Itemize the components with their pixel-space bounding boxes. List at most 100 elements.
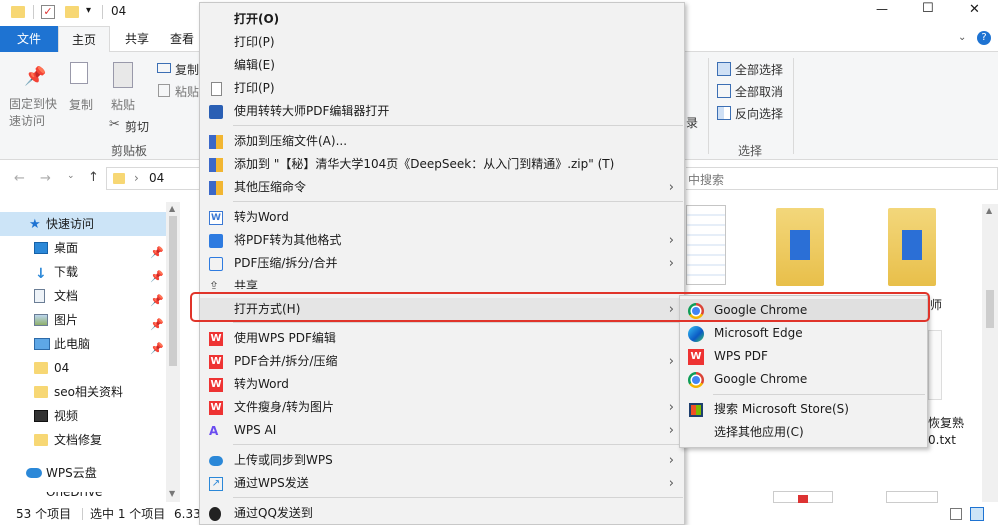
address-bar[interactable]: › 04 <box>106 167 200 190</box>
submenu-item-chrome-2[interactable]: Google Chrome <box>680 368 927 391</box>
menu-item-other-compress[interactable]: 其他压缩命令 › <box>200 176 684 199</box>
nav-item-this-pc[interactable]: 此电脑 📌 <box>0 332 172 356</box>
menu-separator <box>233 444 683 445</box>
scroll-down-icon[interactable]: ▼ <box>169 489 175 498</box>
menu-item-open[interactable]: 打开(O) <box>200 8 684 31</box>
files-scrollbar[interactable]: ▲ <box>982 204 998 502</box>
menu-item-to-word[interactable]: W 转为Word <box>200 206 684 229</box>
pin-quick-access-button[interactable]: 固定到快 速访问 <box>9 96 57 130</box>
menu-item-print-2[interactable]: 打印(P) <box>200 77 684 100</box>
menu-item-pdf-convert[interactable]: 将PDF转为其他格式 › <box>200 229 684 252</box>
tab-home[interactable]: 主页 <box>58 26 110 52</box>
quick-access-dropdown-icon[interactable]: ▾ <box>86 5 91 16</box>
menu-item-pdf-compress[interactable]: PDF压缩/拆分/合并 › <box>200 252 684 275</box>
menu-item-share[interactable]: ⇪ 共享 <box>200 275 684 289</box>
file-name[interactable]: 恢复熟 0.txt <box>928 415 964 449</box>
submenu-arrow-icon: › <box>668 423 674 438</box>
menu-item-label: 通过WPS发送 <box>234 476 309 490</box>
file-thumbnail[interactable] <box>776 208 824 286</box>
menu-item-add-to-zip[interactable]: 添加到 "【秘】清华大学104页《DeepSeek：从入门到精通》.zip" (… <box>200 153 684 176</box>
menu-item-upload-wps[interactable]: 上传或同步到WPS › <box>200 449 684 472</box>
breadcrumb[interactable]: 04 <box>149 171 164 185</box>
nav-item-wps-cloud[interactable]: WPS云盘 <box>0 461 172 485</box>
back-icon[interactable]: ← <box>14 171 25 186</box>
properties-icon[interactable]: ✓ <box>41 5 55 19</box>
context-menu: 打开(O) 打印(P) 编辑(E) 打印(P) 使用转转大师PDF编辑器打开 添… <box>199 2 685 525</box>
maximize-button[interactable]: ☐ <box>922 1 934 16</box>
details-view-icon[interactable] <box>950 508 962 520</box>
forward-icon[interactable]: → <box>40 171 51 186</box>
search-input[interactable]: 中搜索 <box>686 167 998 190</box>
tab-file[interactable]: 文件 <box>0 26 58 52</box>
submenu-item-store[interactable]: 搜索 Microsoft Store(S) <box>680 398 927 421</box>
minimize-button[interactable]: — <box>876 2 888 16</box>
scroll-thumb[interactable] <box>986 290 994 328</box>
nav-item-pictures[interactable]: 图片 📌 <box>0 308 172 332</box>
paste-icon[interactable] <box>113 62 133 88</box>
cloud-icon <box>209 456 223 466</box>
nav-item-doc-repair[interactable]: 文档修复 <box>0 428 172 452</box>
file-thumbnail[interactable] <box>886 491 938 503</box>
up-icon[interactable]: ↑ <box>88 170 99 185</box>
select-none-button[interactable]: 全部取消 <box>735 83 783 100</box>
scroll-up-icon[interactable]: ▲ <box>986 206 992 215</box>
menu-item-slim-file[interactable]: W 文件瘦身/转为图片 › <box>200 396 684 419</box>
menu-item-pdf-merge[interactable]: W PDF合并/拆分/压缩 › <box>200 350 684 373</box>
scroll-up-icon[interactable]: ▲ <box>169 204 175 213</box>
recent-dropdown-icon[interactable]: ⌄ <box>67 171 75 181</box>
menu-item-wps-ai[interactable]: A WPS AI › <box>200 419 684 442</box>
menu-item-send-wps[interactable]: ↗ 通过WPS发送 › <box>200 472 684 495</box>
wps-pdf-icon: W <box>688 349 704 365</box>
submenu-item-wps-pdf[interactable]: W WPS PDF <box>680 345 927 368</box>
menu-item-add-to-archive[interactable]: 添加到压缩文件(A)... <box>200 130 684 153</box>
invert-selection-button[interactable]: 反向选择 <box>735 105 783 122</box>
menu-item-edit[interactable]: 编辑(E) <box>200 54 684 77</box>
close-button[interactable]: ✕ <box>969 2 980 17</box>
copy-icon[interactable] <box>70 62 88 84</box>
file-thumbnail[interactable] <box>888 208 936 286</box>
menu-separator <box>233 125 683 126</box>
submenu-item-edge[interactable]: Microsoft Edge <box>680 322 927 345</box>
nav-item-04[interactable]: 04 <box>0 356 172 380</box>
tab-share[interactable]: 共享 <box>112 26 162 52</box>
scroll-thumb[interactable] <box>169 216 177 366</box>
nav-item-onedrive[interactable]: OneDrive <box>0 492 172 502</box>
pin-icon[interactable]: 📌 <box>24 66 46 87</box>
menu-item-wps-pdf-edit[interactable]: W 使用WPS PDF编辑 <box>200 327 684 350</box>
copy-path-button[interactable]: 复制 <box>175 61 199 78</box>
nav-scrollbar[interactable]: ▲ ▼ <box>166 202 180 502</box>
paste-button[interactable]: 粘贴 <box>111 96 135 113</box>
collapse-ribbon-icon[interactable]: ⌄ <box>958 32 966 43</box>
nav-item-seo[interactable]: seo相关资料 <box>0 380 172 404</box>
menu-item-wps-to-word[interactable]: W 转为Word <box>200 373 684 396</box>
wps-icon: W <box>209 355 223 369</box>
file-thumbnail[interactable] <box>686 205 726 285</box>
nav-item-downloads[interactable]: ↓ 下载 📌 <box>0 260 172 284</box>
new-folder-icon[interactable] <box>65 6 79 18</box>
nav-item-videos[interactable]: 视频 <box>0 404 172 428</box>
nav-item-documents[interactable]: 文档 📌 <box>0 284 172 308</box>
large-icons-view-icon[interactable] <box>970 507 984 521</box>
menu-item-send-qq[interactable]: 通过QQ发送到 <box>200 502 684 525</box>
menu-item-label: 添加到压缩文件(A)... <box>234 134 348 148</box>
nav-label: 图片 <box>54 313 79 327</box>
tab-view[interactable]: 查看 <box>170 26 200 52</box>
select-all-icon <box>717 62 731 76</box>
menu-item-zhuanzhuan-pdf[interactable]: 使用转转大师PDF编辑器打开 <box>200 100 684 123</box>
chrome-icon <box>688 372 704 388</box>
paste-shortcut-button[interactable]: 粘贴 <box>175 83 199 100</box>
file-thumbnail[interactable] <box>928 330 942 400</box>
nav-item-desktop[interactable]: 桌面 📌 <box>0 236 172 260</box>
submenu-item-choose-app[interactable]: 选择其他应用(C) <box>680 421 927 444</box>
nav-quick-access[interactable]: ★ 快速访问 <box>0 212 172 236</box>
cut-button[interactable]: 剪切 <box>125 118 149 135</box>
file-thumbnail[interactable] <box>773 491 833 503</box>
menu-item-print[interactable]: 打印(P) <box>200 31 684 54</box>
select-all-button[interactable]: 全部选择 <box>735 61 783 78</box>
help-icon[interactable]: ? <box>977 31 991 45</box>
copy-button[interactable]: 复制 <box>69 96 93 113</box>
file-name[interactable]: 师 <box>930 296 942 313</box>
history-button-fragment[interactable]: 录 <box>686 114 698 131</box>
select-group-label: 选择 <box>738 144 763 158</box>
file-name-line: 0.txt <box>928 433 956 447</box>
